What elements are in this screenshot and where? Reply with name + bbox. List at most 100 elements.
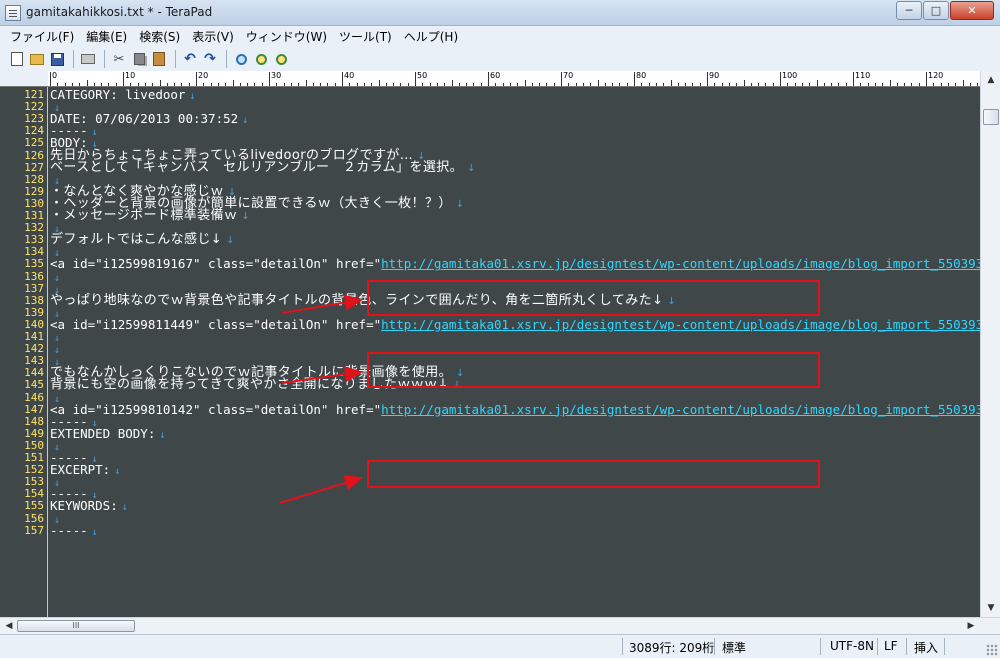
line-number: 123 — [24, 112, 44, 126]
ruler-tick — [590, 83, 592, 86]
copy-icon[interactable] — [130, 50, 148, 68]
ruler-tick — [50, 72, 51, 86]
print-icon[interactable] — [79, 50, 97, 68]
ruler-tick — [663, 83, 665, 86]
redo-icon[interactable]: ↷ — [201, 50, 219, 68]
ruler-tick — [539, 83, 541, 86]
horizontal-scroll-thumb[interactable]: III — [17, 620, 135, 632]
line-number: 124 — [24, 124, 44, 138]
ruler-tick — [451, 80, 453, 86]
image-url-link[interactable]: http://gamitaka01.xsrv.jp/designtest/wp-… — [381, 402, 980, 417]
ruler-tick — [977, 83, 979, 86]
menu-window[interactable]: ウィンドウ(W) — [240, 28, 333, 45]
ruler-tick — [385, 83, 387, 86]
scroll-left-arrow[interactable]: ◀ — [2, 619, 16, 633]
ruler-tick — [685, 83, 687, 86]
ruler-tick — [517, 83, 519, 86]
vertical-scroll-thumb[interactable] — [983, 109, 999, 125]
line-number-gutter: 121 122 123 124 125 126 127 128 129 130 131 132 133 1… — [0, 87, 48, 617]
ruler-tick — [407, 83, 409, 86]
find-next-icon[interactable] — [252, 50, 270, 68]
line-number: 127 — [24, 160, 44, 174]
ruler-tick — [714, 83, 716, 86]
ruler-label: 90 — [709, 71, 720, 80]
menu-search[interactable]: 検索(S) — [133, 28, 186, 45]
open-folder-icon[interactable] — [28, 50, 46, 68]
paste-icon[interactable] — [150, 50, 168, 68]
menu-file[interactable]: ファイル(F) — [4, 28, 80, 45]
ruler-tick — [794, 83, 796, 86]
line-number: 153 — [24, 475, 44, 489]
menu-view[interactable]: 表示(V) — [186, 28, 240, 45]
ruler-tick — [750, 83, 752, 86]
scroll-up-arrow[interactable]: ▲ — [984, 73, 998, 87]
ruler-tick — [64, 83, 66, 86]
ruler-tick — [480, 83, 482, 86]
resize-grip[interactable] — [986, 644, 998, 656]
menu-help[interactable]: ヘルプ(H) — [398, 28, 464, 45]
line-number: 135 — [24, 257, 44, 271]
ruler-tick — [743, 80, 745, 86]
ruler-tick — [765, 83, 767, 86]
image-url-link[interactable]: http://gamitaka01.xsrv.jp/designtest/wp-… — [381, 317, 980, 332]
ruler-tick — [166, 83, 168, 86]
scroll-down-arrow[interactable]: ▼ — [984, 601, 998, 615]
terapad-app-icon[interactable] — [5, 5, 21, 21]
line-number: 131 — [24, 209, 44, 222]
line-number: 137 — [24, 281, 44, 295]
ruler-tick — [115, 83, 117, 86]
terapad-window: gamitakahikkosi.txt * - TeraPad ─ □ ✕ ファ… — [0, 0, 1000, 658]
line-end-mark: ↓ — [455, 198, 465, 210]
line-end-mark: ↓ — [91, 526, 98, 538]
find-icon[interactable] — [232, 50, 250, 68]
line-number: 143 — [24, 354, 44, 368]
line-text: ----- — [50, 522, 88, 538]
ruler-corner — [0, 71, 48, 87]
line-end-mark: ↓ — [242, 115, 249, 127]
editor-line: CATEGORY: livedoor ↓ — [50, 87, 196, 103]
ruler-tick — [159, 80, 161, 86]
undo-icon[interactable]: ↶ — [181, 50, 199, 68]
line-number: 157 — [24, 523, 44, 537]
line-text: CATEGORY: livedoor — [50, 87, 186, 102]
line-number: 156 — [24, 511, 44, 525]
ruler-tick — [436, 83, 438, 86]
ruler-tick — [152, 83, 154, 86]
find-prev-icon[interactable] — [272, 50, 290, 68]
line-end-mark: ↓ — [467, 162, 476, 174]
new-file-icon[interactable] — [8, 50, 26, 68]
ruler-tick — [225, 83, 227, 86]
ruler-tick — [217, 83, 219, 86]
menu-edit[interactable]: 編集(E) — [80, 28, 133, 45]
status-insert-mode: 挿入 — [914, 641, 939, 655]
highlight-box-url-2 — [367, 352, 820, 388]
ruler-tick — [707, 72, 708, 86]
ruler-tick — [853, 72, 854, 86]
ruler-tick — [342, 72, 343, 86]
ruler-tick — [962, 80, 964, 86]
title-bar[interactable]: gamitakahikkosi.txt * - TeraPad ─ □ ✕ — [0, 0, 1000, 26]
ruler-tick — [816, 80, 818, 86]
status-line-ending: LF — [884, 639, 898, 653]
minimize-button[interactable]: ─ — [896, 1, 922, 20]
ruler-tick — [137, 83, 139, 86]
ruler-tick — [896, 83, 898, 86]
ruler-label: 100 — [782, 71, 798, 80]
horizontal-scrollbar[interactable]: ◀ III ▶ — [0, 617, 1000, 634]
ruler-tick — [612, 83, 614, 86]
vertical-scrollbar[interactable]: ▲ ▼ — [980, 71, 1000, 617]
maximize-button[interactable]: □ — [923, 1, 949, 20]
ruler-tick — [955, 83, 957, 86]
column-ruler: 0 10 20 30 40 50 60 70 80 90 100 110 120 — [48, 71, 980, 87]
line-text: <a id="i12599810142" class="detailOn" hr… — [50, 401, 382, 417]
line-number: 121 — [24, 88, 44, 101]
scroll-right-arrow[interactable]: ▶ — [964, 619, 978, 633]
cut-icon[interactable]: ✂ — [110, 50, 128, 68]
close-button[interactable]: ✕ — [950, 1, 994, 20]
line-number: 154 — [24, 487, 44, 501]
menu-tools[interactable]: ツール(T) — [333, 28, 398, 45]
editor-line: ・メッセージボード標準装備ｗ ↓ — [50, 209, 250, 223]
save-icon[interactable] — [48, 50, 66, 68]
image-url-link[interactable]: http://gamitaka01.xsrv.jp/designtest/wp-… — [381, 256, 980, 271]
ruler-tick — [393, 83, 395, 86]
